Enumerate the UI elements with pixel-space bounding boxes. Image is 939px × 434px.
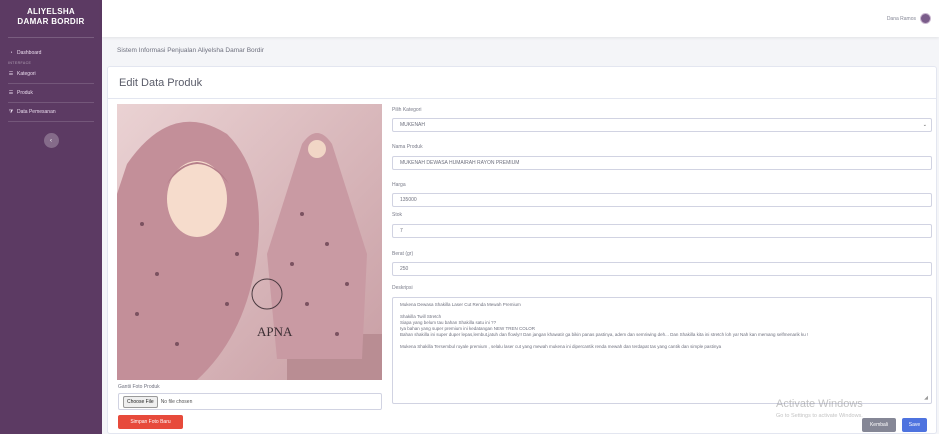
berat-input[interactable]: 250 [392,262,932,276]
activate-windows-subtext: Go to Settings to activate Windows. [776,413,863,419]
chevron-down-icon: ⌄ [922,122,927,128]
topbar: Dana Ramos [102,0,939,37]
stok-value: 7 [400,228,403,234]
sidebar-toggle-button[interactable]: ‹ [43,133,59,148]
dashboard-icon: ◔ [9,50,13,56]
product-photo: APNA [117,104,382,380]
list-icon: ☰ [8,71,14,77]
system-title: Sistem Informasi Penjualan Aliyelsha Dam… [117,47,265,54]
brand-line2: DAMAR BORDIR [17,17,85,26]
berat-value: 250 [400,266,409,272]
harga-value: 135000 [400,197,417,203]
sidebar-item-produk[interactable]: ☰ Produk [0,86,102,100]
file-status: No file chosen [160,398,193,405]
back-button[interactable]: Kembali [862,418,896,432]
sidebar-item-label: Produk [17,90,33,96]
kategori-label: Pilih Kategori [392,107,422,113]
chevron-left-icon: ‹ [50,137,52,144]
kategori-select[interactable]: MUKENAH ⌄ [392,118,932,132]
sidebar: ALIYELSHA DAMAR BORDIR ◔ Dashboard INTER… [0,0,102,434]
deskripsi-textarea[interactable]: Mukena Dewasa Shakilla Laser Cut Renda M… [392,297,932,404]
brand[interactable]: ALIYELSHA DAMAR BORDIR [0,0,102,34]
stok-input[interactable]: 7 [392,224,932,238]
sidebar-heading: INTERFACE [8,61,32,65]
harga-label: Harga [392,182,406,188]
sidebar-item-kategori[interactable]: ☰ Kategori [0,67,102,81]
deskripsi-line: Mukena Shakilla Tersembul royale premium… [400,344,722,349]
user-name[interactable]: Dana Ramos [887,16,916,22]
divider [8,83,94,84]
resize-handle-icon[interactable]: ◢ [924,395,928,401]
deskripsi-label: Deskripsi [392,285,413,291]
sidebar-item-dashboard[interactable]: ◔ Dashboard [0,46,102,60]
page-title: Edit Data Produk [119,76,203,89]
list-icon: ☰ [8,90,14,96]
sidebar-item-label: Dashboard [17,50,42,56]
nama-produk-input[interactable]: MUKENAH DEWASA HUMAIRAH RAYON PREMIUM [392,156,932,170]
berat-label: Berat (gr) [392,251,414,257]
kategori-value: MUKENAH [400,122,426,128]
activate-windows-watermark: Activate Windows [776,398,863,410]
change-photo-label: Gantii Foto Produk [118,384,160,390]
filter-icon: ⧩ [8,109,14,115]
choose-file-button[interactable]: Choose File [123,395,158,408]
photo-logo-text: APNA [257,324,293,339]
harga-input[interactable]: 135000 [392,193,932,207]
product-photo-illustration: APNA [117,104,382,380]
sidebar-item-label: Data Pemesanan [17,109,56,115]
brand-line1: ALIYELSHA [26,7,76,16]
file-input[interactable]: Choose File No file chosen [118,393,382,410]
divider [8,121,94,122]
stok-label: Stok [392,212,403,218]
nama-produk-value: MUKENAH DEWASA HUMAIRAH RAYON PREMIUM [400,160,520,166]
user-avatar[interactable] [920,13,931,24]
sidebar-item-label: Kategori [17,71,36,77]
nama-produk-label: Nama Produk [392,144,423,150]
sidebar-item-data-pemesanan[interactable]: ⧩ Data Pemesanan [0,105,102,119]
divider [8,102,94,103]
save-new-photo-button[interactable]: Simpan Foto Baru [118,415,183,429]
save-button[interactable]: Save [902,418,927,432]
card-header: Edit Data Produk [108,67,936,99]
divider [8,37,94,38]
